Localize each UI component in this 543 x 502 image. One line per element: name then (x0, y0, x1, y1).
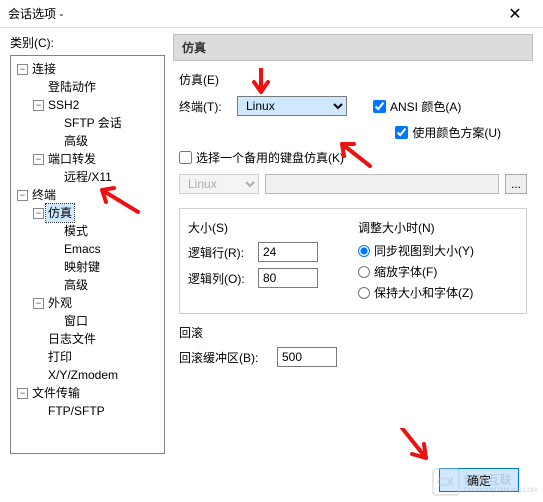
left-pane: 类别(C): −连接 登陆动作 −SSH2 SFTP 会话 高级 −端口转发 (10, 34, 165, 454)
tree-emulation[interactable]: 仿真 (46, 204, 74, 222)
watermark: CX 创新互联 CXUANXINLIANLIAN.COM (432, 468, 537, 496)
alt-keyboard-select: Linux (179, 174, 259, 194)
expander-icon[interactable]: − (17, 190, 28, 201)
tree-window[interactable]: 窗口 (62, 312, 90, 330)
terminal-select[interactable]: Linux (237, 96, 347, 116)
category-tree[interactable]: −连接 登陆动作 −SSH2 SFTP 会话 高级 −端口转发 远程/X11 (10, 55, 165, 454)
tree-connection[interactable]: 连接 (30, 60, 58, 78)
tree-terminal[interactable]: 终端 (30, 186, 58, 204)
color-scheme-label: 使用颜色方案(U) (412, 124, 501, 141)
scrollbuf-input[interactable] (277, 347, 337, 367)
tree-advanced[interactable]: 高级 (62, 132, 90, 150)
resize-keep-label: 保持大小和字体(Z) (374, 284, 473, 301)
cols-input[interactable] (258, 268, 318, 288)
tree-appearance[interactable]: 外观 (46, 294, 74, 312)
tree-sftp[interactable]: SFTP 会话 (62, 114, 124, 132)
expander-icon[interactable]: − (33, 100, 44, 111)
ansi-color-checkbox[interactable]: ANSI 颜色(A) (373, 98, 461, 115)
tree-xyz[interactable]: X/Y/Zmodem (46, 366, 120, 384)
browse-button[interactable]: ... (505, 174, 527, 194)
titlebar: 会话选项 - ✕ (0, 0, 543, 28)
expander-icon[interactable]: − (33, 154, 44, 165)
alt-keyboard-checkbox[interactable]: 选择一个备用的键盘仿真(K) (179, 149, 344, 166)
tree-print[interactable]: 打印 (46, 348, 74, 366)
tree-mode[interactable]: 模式 (62, 222, 90, 240)
ansi-color-label: ANSI 颜色(A) (390, 98, 461, 115)
tree-ftpsftp[interactable]: FTP/SFTP (46, 402, 107, 420)
expander-icon[interactable]: − (17, 64, 28, 75)
tree-advanced2[interactable]: 高级 (62, 276, 90, 294)
resize-scale-radio[interactable]: 缩放字体(F) (358, 263, 518, 280)
tree-login[interactable]: 登陆动作 (46, 78, 98, 96)
watermark-text: 创新互联 (464, 471, 537, 488)
tree-portfwd[interactable]: 端口转发 (46, 150, 98, 168)
tree-logfile[interactable]: 日志文件 (46, 330, 98, 348)
scrollback-label: 回滚 (179, 324, 527, 341)
color-scheme-checkbox[interactable]: 使用颜色方案(U) (395, 124, 501, 141)
rows-label: 逻辑行(R): (188, 244, 250, 261)
resize-scale-label: 缩放字体(F) (374, 263, 437, 280)
cols-label: 逻辑列(O): (188, 270, 250, 287)
section-header: 仿真 (173, 34, 533, 61)
expander-icon[interactable]: − (17, 388, 28, 399)
alt-keyboard-path (265, 174, 499, 194)
right-pane: 仿真 仿真(E) 终端(T): Linux ANSI 颜色(A) 使用颜色方案(… (173, 34, 533, 454)
tree-remote[interactable]: 远程/X11 (62, 168, 114, 186)
rows-input[interactable] (258, 242, 318, 262)
resize-label: 调整大小时(N) (358, 219, 518, 236)
resize-sync-label: 同步视图到大小(Y) (374, 242, 474, 259)
tree-ssh2[interactable]: SSH2 (46, 96, 81, 114)
watermark-sub: CXUANXINLIANLIAN.COM (464, 488, 537, 494)
tree-mapkey[interactable]: 映射键 (62, 258, 102, 276)
resize-sync-radio[interactable]: 同步视图到大小(Y) (358, 242, 518, 259)
watermark-logo-icon: CX (432, 468, 460, 496)
expander-icon[interactable]: − (33, 208, 44, 219)
close-icon[interactable]: ✕ (495, 4, 535, 24)
terminal-label: 终端(T): (179, 98, 231, 115)
size-label: 大小(S) (188, 219, 348, 236)
tree-emacs[interactable]: Emacs (62, 240, 103, 258)
tree-filetransfer[interactable]: 文件传输 (30, 384, 82, 402)
alt-keyboard-label: 选择一个备用的键盘仿真(K) (196, 149, 344, 166)
scrollbuf-label: 回滚缓冲区(B): (179, 349, 269, 366)
resize-keep-radio[interactable]: 保持大小和字体(Z) (358, 284, 518, 301)
expander-icon[interactable]: − (33, 298, 44, 309)
window-title: 会话选项 - (8, 5, 495, 22)
emulation-label: 仿真(E) (179, 71, 231, 88)
category-label: 类别(C): (10, 34, 165, 51)
